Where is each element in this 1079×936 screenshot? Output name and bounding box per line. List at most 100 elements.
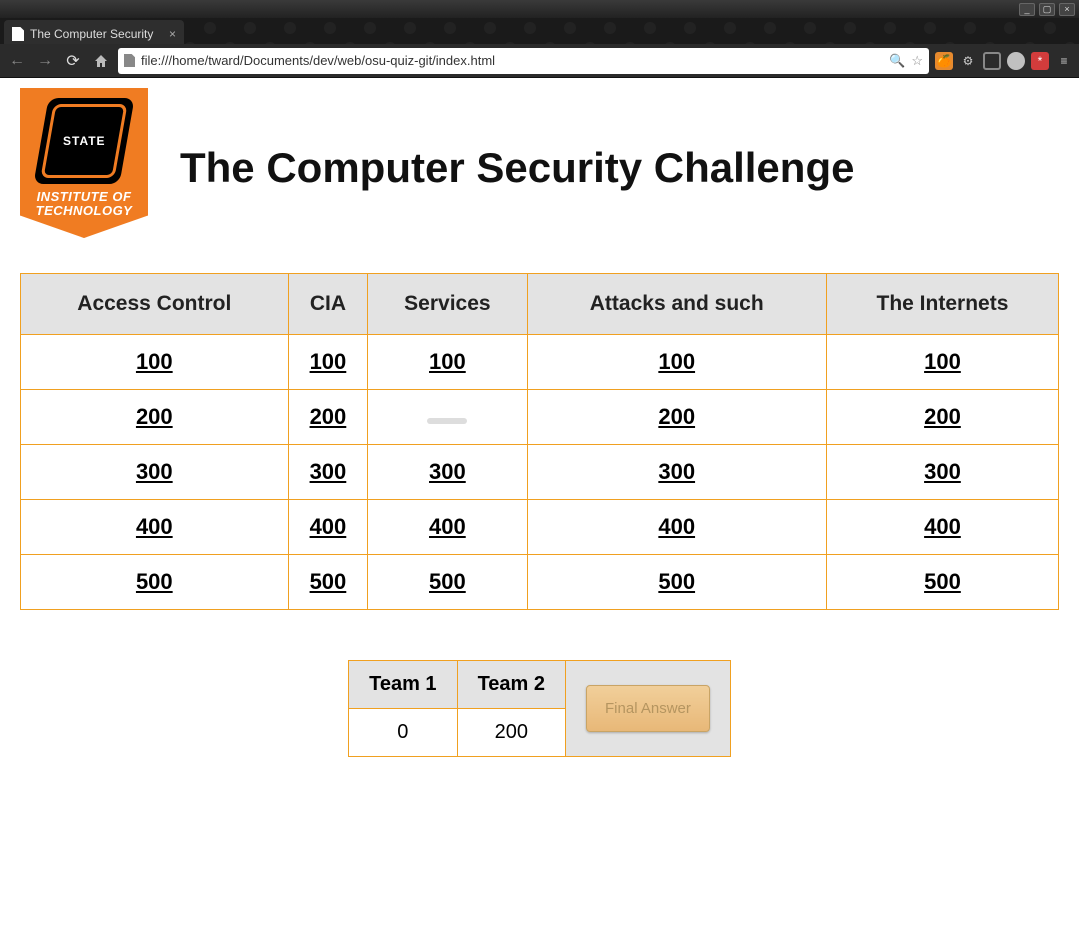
browser-tabstrip: The Computer Security × [0, 18, 1079, 44]
extension-icons: 🍊 ⚙ * ≡ [935, 52, 1073, 70]
page-viewport: STATE INSTITUTE OF TECHNOLOGY The Comput… [0, 78, 1079, 936]
used-marker [427, 418, 467, 424]
window-maximize-button[interactable]: ▢ [1039, 3, 1055, 16]
board-row: 300 300 300 300 300 [21, 445, 1059, 500]
board-cell[interactable]: 400 [368, 500, 527, 555]
board-cell[interactable]: 400 [527, 500, 826, 555]
logo-institute-text: INSTITUTE OF TECHNOLOGY [36, 190, 133, 219]
question-link[interactable]: 500 [310, 569, 347, 594]
extension-orange-icon[interactable]: 🍊 [935, 52, 953, 70]
board-cell[interactable]: 500 [527, 555, 826, 610]
question-link[interactable]: 300 [924, 459, 961, 484]
window-minimize-button[interactable]: _ [1019, 3, 1035, 16]
home-icon [93, 53, 109, 69]
back-button[interactable]: ← [6, 50, 28, 72]
board-row: 400 400 400 400 400 [21, 500, 1059, 555]
category-header: Access Control [21, 274, 289, 335]
final-answer-button[interactable]: Final Answer [586, 685, 710, 732]
final-answer-cell: Final Answer [566, 661, 731, 757]
category-header: CIA [288, 274, 368, 335]
board-cell[interactable]: 100 [21, 335, 289, 390]
reload-button[interactable]: ⟳ [62, 50, 84, 72]
board-cell[interactable]: 300 [826, 445, 1058, 500]
logo-state-text: STATE [63, 134, 106, 148]
question-link[interactable]: 500 [429, 569, 466, 594]
board-row: 100 100 100 100 100 [21, 335, 1059, 390]
question-link[interactable]: 200 [310, 404, 347, 429]
question-link[interactable]: 200 [136, 404, 173, 429]
page-header: STATE INSTITUTE OF TECHNOLOGY The Comput… [20, 88, 1059, 248]
board-cell[interactable]: 200 [288, 390, 368, 445]
browser-tab[interactable]: The Computer Security × [4, 20, 184, 44]
question-link[interactable]: 100 [658, 349, 695, 374]
url-text: file:///home/tward/Documents/dev/web/osu… [141, 53, 883, 68]
question-link[interactable]: 400 [136, 514, 173, 539]
board-cell[interactable]: 100 [527, 335, 826, 390]
address-bar[interactable]: file:///home/tward/Documents/dev/web/osu… [118, 48, 929, 74]
file-icon [124, 54, 135, 67]
window-titlebar: _ ▢ × [0, 0, 1079, 18]
browser-menu-button[interactable]: ≡ [1055, 52, 1073, 70]
board-cell[interactable]: 300 [288, 445, 368, 500]
board-cell[interactable]: 200 [527, 390, 826, 445]
board-cell[interactable]: 400 [288, 500, 368, 555]
board-cell[interactable]: 300 [527, 445, 826, 500]
question-link[interactable]: 200 [924, 404, 961, 429]
question-link[interactable]: 400 [429, 514, 466, 539]
board-row: 500 500 500 500 500 [21, 555, 1059, 610]
board-cell[interactable]: 100 [288, 335, 368, 390]
file-icon [12, 27, 24, 41]
board-cell[interactable]: 200 [21, 390, 289, 445]
board-cell[interactable]: 500 [21, 555, 289, 610]
question-link[interactable]: 100 [924, 349, 961, 374]
bookmark-star-icon[interactable]: ☆ [911, 53, 923, 69]
browser-toolbar: ← → ⟳ file:///home/tward/Documents/dev/w… [0, 44, 1079, 78]
question-link[interactable]: 100 [136, 349, 173, 374]
team2-score: 200 [457, 709, 565, 757]
category-header: Attacks and such [527, 274, 826, 335]
team1-header: Team 1 [349, 661, 457, 709]
question-link[interactable]: 300 [658, 459, 695, 484]
forward-button[interactable]: → [34, 50, 56, 72]
tab-title: The Computer Security [30, 27, 163, 41]
osu-logo: STATE INSTITUTE OF TECHNOLOGY [20, 88, 160, 248]
extension-box-icon[interactable] [983, 52, 1001, 70]
category-header: Services [368, 274, 527, 335]
zoom-icon[interactable]: 🔍 [889, 53, 905, 69]
question-link[interactable]: 400 [658, 514, 695, 539]
board-cell[interactable]: 300 [368, 445, 527, 500]
board-cell[interactable]: 100 [826, 335, 1058, 390]
page-title: The Computer Security Challenge [180, 144, 1059, 192]
score-table: Team 1 Team 2 Final Answer 0 200 [348, 660, 731, 757]
tab-close-button[interactable]: × [169, 27, 176, 41]
board-cell[interactable]: 400 [21, 500, 289, 555]
board-cell[interactable]: 500 [368, 555, 527, 610]
question-link[interactable]: 200 [658, 404, 695, 429]
question-link[interactable]: 400 [924, 514, 961, 539]
osu-state-emblem: STATE [33, 98, 134, 184]
team1-score: 0 [349, 709, 457, 757]
board-cell[interactable]: 500 [288, 555, 368, 610]
question-link[interactable]: 100 [310, 349, 347, 374]
question-link[interactable]: 400 [310, 514, 347, 539]
board-cell[interactable]: 300 [21, 445, 289, 500]
board-cell[interactable]: 100 [368, 335, 527, 390]
question-link[interactable]: 300 [429, 459, 466, 484]
question-link[interactable]: 500 [136, 569, 173, 594]
home-button[interactable] [90, 50, 112, 72]
extension-red-icon[interactable]: * [1031, 52, 1049, 70]
question-link[interactable]: 500 [924, 569, 961, 594]
extension-shield-icon[interactable] [1007, 52, 1025, 70]
question-link[interactable]: 300 [136, 459, 173, 484]
board-cell[interactable]: 200 [826, 390, 1058, 445]
question-link[interactable]: 100 [429, 349, 466, 374]
team2-header: Team 2 [457, 661, 565, 709]
window-close-button[interactable]: × [1059, 3, 1075, 16]
board-cell[interactable]: 500 [826, 555, 1058, 610]
extension-settings-icon[interactable]: ⚙ [959, 52, 977, 70]
question-link[interactable]: 500 [658, 569, 695, 594]
category-row: Access ControlCIAServicesAttacks and suc… [21, 274, 1059, 335]
board-cell[interactable]: 400 [826, 500, 1058, 555]
question-link[interactable]: 300 [310, 459, 347, 484]
game-board: Access ControlCIAServicesAttacks and suc… [20, 273, 1059, 610]
